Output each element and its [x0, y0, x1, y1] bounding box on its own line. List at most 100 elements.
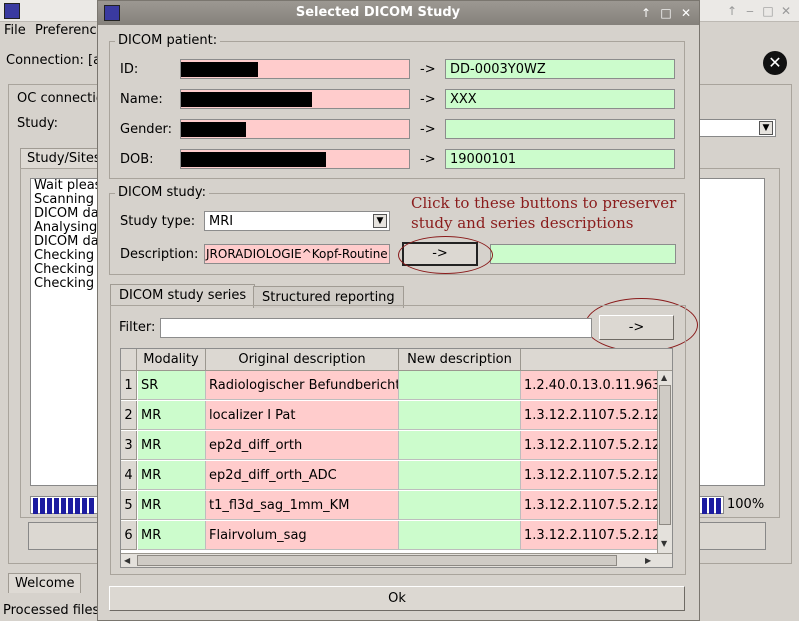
uid-cell: 1.3.12.2.1107.5.2.12. — [521, 461, 659, 490]
row-number: 5 — [121, 491, 137, 520]
copy-series-description-button[interactable]: -> — [599, 315, 674, 340]
maximize-up-icon[interactable]: ↑ — [638, 5, 654, 21]
patient-name-label: Name: — [120, 92, 163, 107]
scroll-up-icon[interactable]: ▲ — [661, 373, 667, 382]
main-action-button-right[interactable] — [700, 522, 766, 550]
tab-welcome[interactable]: Welcome — [8, 573, 82, 593]
scrollbar-thumb[interactable] — [659, 385, 671, 525]
chevron-down-icon[interactable]: ▼ — [373, 214, 387, 228]
modality-cell: MR — [138, 521, 206, 550]
new-description-field[interactable] — [490, 244, 676, 264]
column-header-original-description[interactable]: Original description — [206, 349, 399, 371]
modality-cell: MR — [138, 461, 206, 490]
ok-button[interactable]: Ok — [109, 586, 685, 611]
close-connection-icon[interactable]: ✕ — [763, 51, 787, 75]
new-id-field[interactable]: DD-0003Y0WZ — [445, 59, 675, 79]
study-label: Study: — [17, 116, 58, 131]
original-description-field: JRORADIOLOGIE^Kopf-Routine — [204, 244, 390, 264]
status-text: Processed files — [3, 603, 100, 618]
menu-file[interactable]: File — [4, 23, 26, 38]
oc-connection-label: OC connectio — [17, 91, 104, 106]
modality-cell: MR — [138, 401, 206, 430]
filter-label: Filter: — [119, 320, 156, 335]
log-list-right — [690, 178, 765, 486]
dialog-titlebar: Selected DICOM Study ↑ □ ✕ — [98, 1, 699, 25]
row-number: 4 — [121, 461, 137, 490]
scrollbar-thumb[interactable] — [137, 555, 617, 566]
original-description-cell: t1_fl3d_sag_1mm_KM — [206, 491, 399, 520]
new-name-field[interactable]: XXX — [445, 89, 675, 109]
original-gender-field — [180, 119, 410, 139]
patient-gender-label: Gender: — [120, 122, 173, 137]
original-description-cell: Radiologischer Befundbericht — [206, 371, 399, 400]
vertical-scrollbar[interactable]: ▲ ▼ — [657, 371, 672, 554]
scroll-left-icon[interactable]: ◀ — [124, 556, 130, 565]
original-id-field — [180, 59, 410, 79]
gender-arrow: -> — [420, 122, 436, 137]
maximize-icon[interactable]: □ — [760, 3, 776, 19]
log-line: Checking — [34, 248, 95, 263]
log-line: DICOM dat — [34, 234, 104, 249]
series-table: Modality Original description New descri… — [120, 348, 673, 568]
dialog-title: Selected DICOM Study — [295, 5, 461, 20]
log-line: Scanning — [34, 192, 94, 207]
log-line: Wait pleas — [34, 178, 102, 193]
new-dob-field[interactable]: 19000101 — [445, 149, 675, 169]
new-gender-field[interactable] — [445, 119, 675, 139]
name-arrow: -> — [420, 92, 436, 107]
description-label: Description: — [120, 247, 199, 262]
column-header-modality[interactable]: Modality — [137, 349, 206, 371]
id-arrow: -> — [420, 62, 436, 77]
maximize-up-icon[interactable]: ↑ — [724, 3, 740, 19]
dob-arrow: -> — [420, 152, 436, 167]
tab-dicom-study-series[interactable]: DICOM study series — [110, 284, 256, 306]
progress-bar-left — [30, 496, 100, 514]
study-type-combo[interactable]: MRI ▼ — [204, 211, 390, 231]
row-number: 6 — [121, 521, 137, 550]
close-icon[interactable]: ✕ — [778, 3, 794, 19]
table-corner — [121, 349, 137, 371]
patient-dob-label: DOB: — [120, 152, 154, 167]
horizontal-scrollbar[interactable]: ◀ ▶ — [121, 553, 672, 567]
original-description-cell: ep2d_diff_orth — [206, 431, 399, 460]
original-name-field — [180, 89, 410, 109]
annotation-ellipse — [398, 236, 493, 274]
filter-input[interactable] — [160, 318, 592, 338]
log-list: Wait pleas Scanning DICOM dat Analysing … — [30, 178, 104, 486]
close-icon[interactable]: ✕ — [678, 5, 694, 21]
maximize-icon[interactable]: □ — [658, 5, 674, 21]
app-icon — [4, 3, 20, 19]
new-description-cell[interactable] — [399, 431, 521, 460]
uid-cell: 1.3.12.2.1107.5.2.12. — [521, 431, 659, 460]
uid-cell: 1.3.12.2.1107.5.2.12. — [521, 491, 659, 520]
chevron-down-icon[interactable]: ▼ — [759, 121, 773, 135]
main-action-button-left[interactable] — [28, 522, 98, 550]
column-header-new-description[interactable]: New description — [399, 349, 521, 371]
scroll-right-icon[interactable]: ▶ — [645, 556, 651, 565]
row-number: 2 — [121, 401, 137, 430]
log-line: Analysing — [34, 220, 98, 235]
tab-study-sites[interactable]: Study/Sites — [20, 148, 108, 168]
scroll-down-icon[interactable]: ▼ — [661, 539, 667, 548]
uid-cell: 1.3.12.2.1107.5.2.12. — [521, 401, 659, 430]
connection-label: Connection: — [6, 53, 84, 68]
new-description-cell[interactable] — [399, 491, 521, 520]
study-type-value: MRI — [209, 214, 234, 229]
menu-preferences[interactable]: Preferenc — [35, 23, 97, 38]
progress-text: 100% — [727, 497, 765, 512]
patient-id-label: ID: — [120, 62, 139, 77]
uid-cell: 1.2.40.0.13.0.11.9630 — [521, 371, 659, 400]
dicom-patient-legend: DICOM patient: — [115, 33, 221, 48]
row-number: 1 — [121, 371, 137, 400]
modality-cell: SR — [138, 371, 206, 400]
minimize-icon[interactable]: ‒ — [742, 3, 758, 19]
original-description-cell: localizer I Pat — [206, 401, 399, 430]
new-description-cell[interactable] — [399, 521, 521, 550]
new-description-cell[interactable] — [399, 461, 521, 490]
column-header-uid[interactable] — [521, 349, 672, 371]
log-line: DICOM dat — [34, 206, 104, 221]
study-combo[interactable]: ▼ — [690, 119, 776, 137]
original-dob-field — [180, 149, 410, 169]
new-description-cell[interactable] — [399, 371, 521, 400]
new-description-cell[interactable] — [399, 401, 521, 430]
